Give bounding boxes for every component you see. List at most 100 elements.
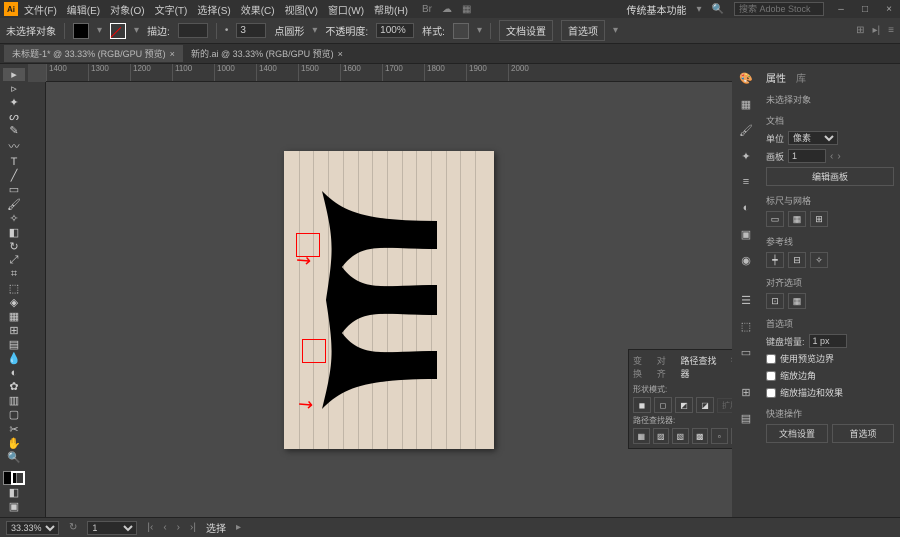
gradient-panel-icon[interactable]: ◐	[736, 198, 756, 218]
rotate-view-icon[interactable]: ↻	[69, 522, 77, 533]
guides-visibility-icon[interactable]: ┿	[766, 252, 784, 268]
artboards-panel-icon[interactable]: ▭	[736, 342, 756, 362]
preview-bounds-checkbox[interactable]: 使用预览边界	[766, 352, 894, 365]
maximize-icon[interactable]: □	[858, 3, 872, 15]
minus-front-button[interactable]: ◻	[654, 397, 672, 413]
artboard-nav-select[interactable]: 1	[87, 521, 137, 535]
key-increment-input[interactable]	[809, 334, 847, 348]
menu-window[interactable]: 窗口(W)	[328, 2, 364, 17]
grid-toggle-icon[interactable]: ▦	[788, 211, 806, 227]
asset-export-panel-icon[interactable]: ⬚	[736, 316, 756, 336]
scale-tool[interactable]: ⤢	[3, 254, 25, 267]
minus-back-button[interactable]: ◫	[731, 428, 733, 444]
opacity-input[interactable]	[376, 23, 414, 38]
perspective-tool[interactable]: ▦	[3, 310, 25, 323]
menu-edit[interactable]: 编辑(E)	[67, 2, 100, 17]
workspace-switcher[interactable]: 传统基本功能	[627, 2, 687, 17]
rotate-tool[interactable]: ↻	[3, 240, 25, 253]
magic-wand-tool[interactable]: ✦	[3, 96, 25, 109]
symbol-sprayer-tool[interactable]: ✿	[3, 380, 25, 393]
panel-toggle-icon[interactable]: ▸|	[873, 25, 881, 36]
fill-swatch[interactable]	[73, 23, 89, 39]
snap-pixel-icon[interactable]: ▦	[788, 293, 806, 309]
gradient-tool[interactable]: ▤	[3, 338, 25, 351]
slice-tool[interactable]: ✂	[3, 423, 25, 436]
outline-button[interactable]: ▫	[711, 428, 728, 444]
artboard-tool[interactable]: ▢	[3, 408, 25, 421]
corner-type[interactable]: 点圆形	[274, 23, 304, 38]
menu-select[interactable]: 选择(S)	[197, 2, 230, 17]
stroke-color[interactable]	[11, 471, 25, 485]
menu-file[interactable]: 文件(F)	[24, 2, 57, 17]
style-swatch[interactable]	[453, 23, 469, 39]
first-artboard-icon[interactable]: |‹	[147, 522, 153, 533]
blend-tool[interactable]: ◐	[3, 366, 25, 379]
smart-guides-icon[interactable]: ✧	[810, 252, 828, 268]
line-tool[interactable]: ╱	[3, 169, 25, 182]
eyedropper-tool[interactable]: 💧	[3, 352, 25, 365]
intersect-button[interactable]: ◩	[675, 397, 693, 413]
menu-object[interactable]: 对象(O)	[110, 2, 144, 17]
hand-tool[interactable]: ✋	[3, 437, 25, 450]
zoom-select[interactable]: 33.33%	[6, 521, 59, 535]
crop-button[interactable]: ▩	[692, 428, 709, 444]
shape-builder-tool[interactable]: ◈	[3, 296, 25, 309]
stroke-panel-icon[interactable]: ≡	[736, 172, 756, 192]
trim-button[interactable]: ▨	[653, 428, 670, 444]
prev-artboard-icon[interactable]: ‹	[830, 151, 833, 162]
stock-icon[interactable]: ☁	[442, 4, 452, 15]
edit-artboard-button[interactable]: 编辑画板	[766, 167, 894, 186]
next-artboard-nav-icon[interactable]: ›	[177, 522, 180, 533]
scale-strokes-checkbox[interactable]: 缩放描边和效果	[766, 386, 894, 399]
minimize-icon[interactable]: –	[834, 3, 848, 15]
tab-close-icon[interactable]: ×	[170, 49, 175, 59]
menu-effect[interactable]: 效果(C)	[241, 2, 275, 17]
next-artboard-icon[interactable]: ›	[837, 151, 840, 162]
snap-point-icon[interactable]: ⊡	[766, 293, 784, 309]
draw-mode-icon[interactable]: ◧	[3, 486, 25, 499]
fill-stroke-control[interactable]	[3, 471, 25, 485]
mesh-tool[interactable]: ⊞	[3, 324, 25, 337]
brushes-panel-icon[interactable]: 🖌	[736, 120, 756, 140]
selection-tool[interactable]: ▸	[3, 68, 25, 81]
pen-tool[interactable]: ✎	[3, 124, 25, 137]
tab-pathfinder[interactable]: 路径查找器	[680, 354, 724, 380]
arrange-icon[interactable]: ▦	[462, 4, 471, 15]
align-pixel-icon[interactable]: ⊞	[856, 25, 864, 36]
stroke-width-input[interactable]	[178, 23, 208, 38]
canvas-area[interactable]: 1400130012001100100014001500160017001800…	[28, 64, 732, 517]
tab-align[interactable]: 对齐	[657, 354, 675, 380]
unite-button[interactable]: ◼	[633, 397, 651, 413]
exclude-button[interactable]: ◪	[696, 397, 714, 413]
menu-help[interactable]: 帮助(H)	[374, 2, 408, 17]
screen-mode-icon[interactable]: ▣	[3, 500, 25, 513]
document-tab[interactable]: 未标题-1* @ 33.33% (RGB/GPU 预览) ×	[4, 45, 183, 62]
tab-properties[interactable]: 属性	[766, 70, 786, 85]
close-icon[interactable]: ×	[882, 3, 896, 15]
document-setup-button[interactable]: 文档设置	[499, 20, 553, 41]
document-tab[interactable]: 新的.ai @ 33.33% (RGB/GPU 预览) ×	[183, 45, 351, 62]
stock-search-input[interactable]	[734, 2, 824, 16]
layers-panel-icon[interactable]: ☰	[736, 290, 756, 310]
paintbrush-tool[interactable]: 🖌	[3, 198, 25, 211]
symbols-panel-icon[interactable]: ✦	[736, 146, 756, 166]
appearance-panel-icon[interactable]: ◉	[736, 250, 756, 270]
eraser-tool[interactable]: ◧	[3, 226, 25, 239]
panel-menu-icon[interactable]: ≡	[888, 25, 894, 36]
transparency-panel-icon[interactable]: ▣	[736, 224, 756, 244]
merge-button[interactable]: ▧	[672, 428, 689, 444]
pathfinder-panel[interactable]: 变换 对齐 路径查找器 » ≡ 形状模式: ◼ ◻ ◩ ◪ 扩展 路径查找器: …	[628, 349, 732, 449]
corner-radius-input[interactable]	[236, 23, 266, 38]
last-artboard-icon[interactable]: ›|	[190, 522, 196, 533]
properties-collapse-icon[interactable]: ⊞	[736, 382, 756, 402]
type-tool[interactable]: T	[3, 155, 25, 168]
direct-selection-tool[interactable]: ▹	[3, 82, 25, 95]
ruler-toggle-icon[interactable]: ▭	[766, 211, 784, 227]
color-panel-icon[interactable]: 🎨	[736, 68, 756, 88]
stroke-swatch[interactable]	[110, 23, 126, 39]
guides-lock-icon[interactable]: ⊟	[788, 252, 806, 268]
libraries-panel-icon[interactable]: ▤	[736, 408, 756, 428]
width-tool[interactable]: ⌗	[3, 268, 25, 281]
curvature-tool[interactable]: 〰	[3, 138, 25, 154]
preferences-button[interactable]: 首选项	[561, 20, 605, 41]
